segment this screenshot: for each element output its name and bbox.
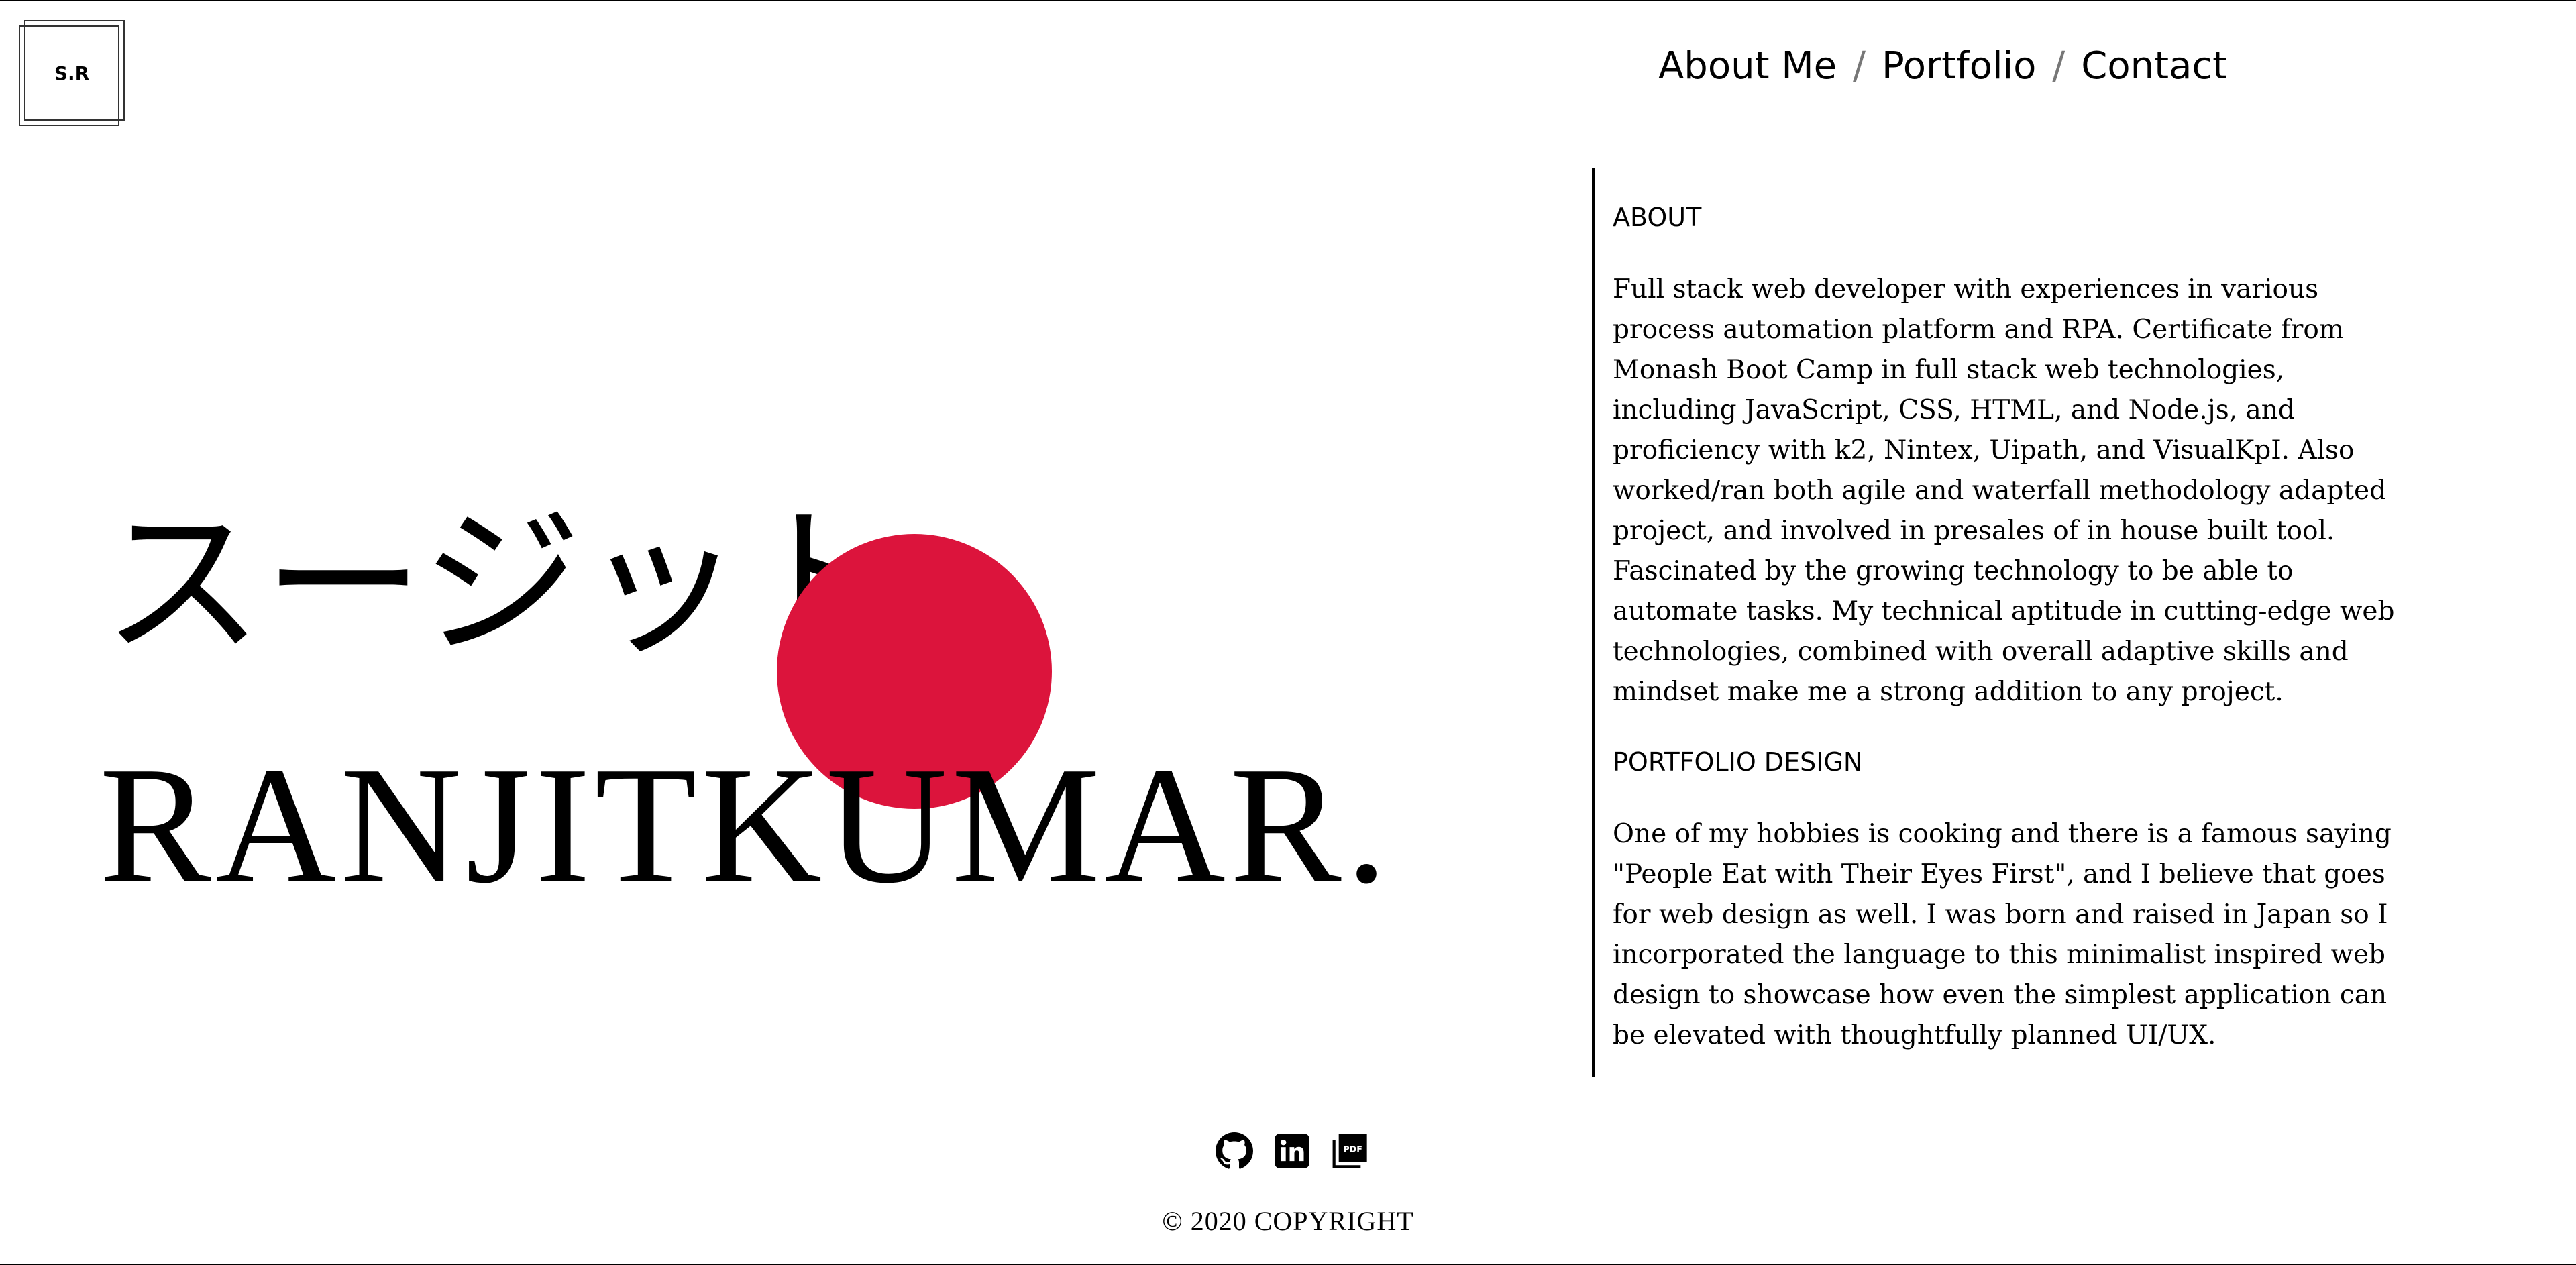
- nav-separator: /: [2052, 44, 2065, 88]
- github-link[interactable]: [1216, 1132, 1253, 1170]
- about-panel: ABOUT Full stack web developer with expe…: [1613, 199, 2404, 1056]
- about-text: Full stack web developer with experience…: [1613, 274, 2395, 707]
- github-icon: [1216, 1132, 1253, 1169]
- main-nav: About Me / Portfolio / Contact: [1658, 39, 2227, 93]
- top-border: [0, 0, 2576, 1]
- portfolio-design-text: One of my hobbies is cooking and there i…: [1613, 819, 2392, 1050]
- nav-about-me[interactable]: About Me: [1658, 44, 1837, 88]
- logo-link[interactable]: S.R: [19, 20, 125, 126]
- pdf-icon-label: PDF: [1344, 1144, 1362, 1154]
- social-links: PDF: [1216, 1132, 1368, 1170]
- resume-pdf-link[interactable]: PDF: [1331, 1132, 1368, 1170]
- about-heading: ABOUT: [1613, 203, 1702, 232]
- linkedin-icon: [1275, 1134, 1309, 1168]
- portfolio-design-heading: PORTFOLIO DESIGN: [1613, 747, 1863, 777]
- logo-text: S.R: [54, 62, 90, 85]
- nav-portfolio[interactable]: Portfolio: [1882, 44, 2036, 88]
- pdf-icon: PDF: [1332, 1134, 1367, 1168]
- linkedin-link[interactable]: [1273, 1132, 1311, 1170]
- nav-contact[interactable]: Contact: [2081, 44, 2227, 88]
- hero-surname: RANJITKUMAR.: [99, 732, 1392, 918]
- vertical-divider: [1592, 168, 1595, 1077]
- copyright-text: © 2020 COPYRIGHT: [1162, 1206, 1414, 1236]
- nav-separator: /: [1853, 44, 1866, 88]
